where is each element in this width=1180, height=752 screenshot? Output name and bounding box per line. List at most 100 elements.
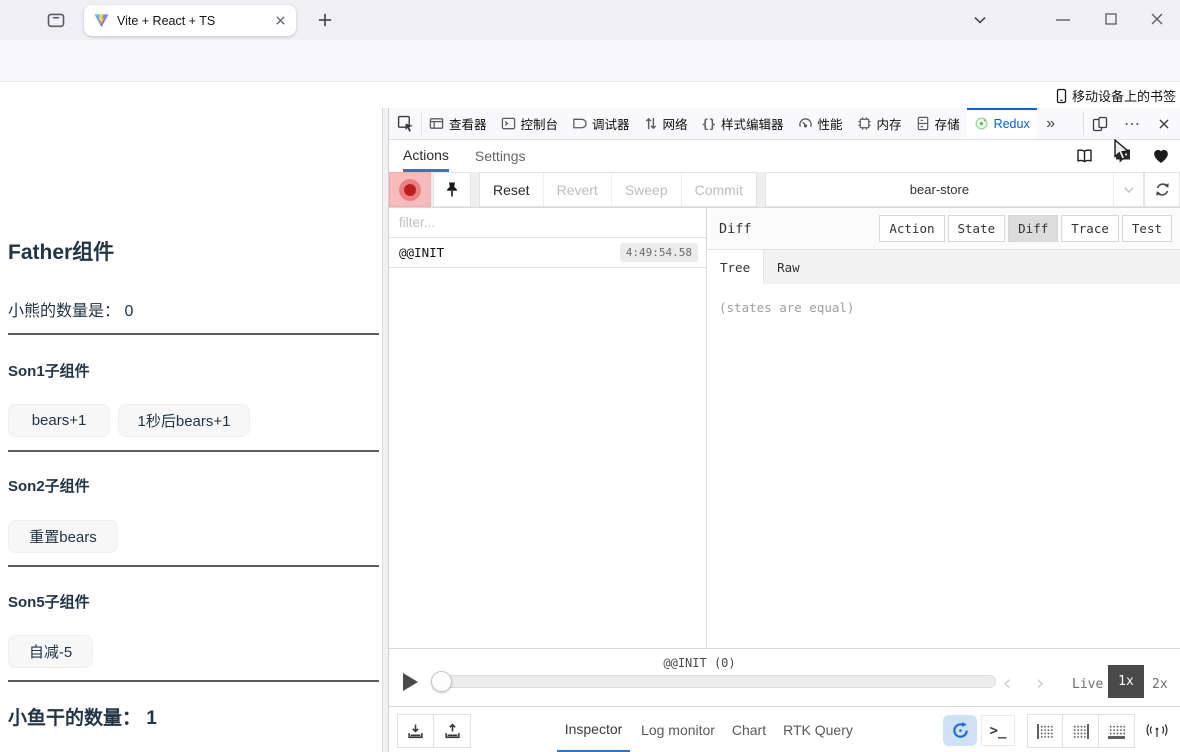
devtools-tab-debugger[interactable]: 调试器 — [565, 108, 637, 139]
divider — [8, 333, 379, 335]
filter-input[interactable] — [389, 215, 706, 230]
sponsor-heart-icon[interactable] — [1152, 148, 1170, 164]
layout-left-toggle[interactable] — [1027, 714, 1063, 748]
speed-2x-button[interactable]: 2x — [1152, 677, 1168, 692]
step-forward-button[interactable]: › — [1036, 671, 1044, 695]
feedback-chat-icon[interactable] — [1114, 148, 1132, 164]
sync-instances-button[interactable] — [1144, 172, 1180, 207]
footer-tab-chart[interactable]: Chart — [725, 707, 773, 752]
divider — [8, 680, 379, 682]
tab-action[interactable]: Action — [879, 215, 944, 242]
tab-label: Redux — [994, 117, 1030, 131]
bookmark-label: 移动设备上的书签 — [1072, 86, 1176, 105]
debugger-icon — [572, 116, 587, 131]
element-picker-icon[interactable] — [389, 108, 421, 139]
filter-row — [389, 208, 706, 238]
bookmark-mobile-folder[interactable]: 移动设备上的书签 — [1055, 86, 1176, 105]
son5-title: Son5子组件 — [8, 591, 90, 612]
layout-bottom-toggle[interactable] — [1099, 714, 1135, 748]
reset-bears-button[interactable]: 重置bears — [8, 520, 118, 553]
record-button[interactable] — [389, 172, 431, 207]
play-button[interactable] — [403, 673, 418, 691]
actions-list-panel: @@INIT 4:49:54.58 — [389, 208, 707, 648]
tab-close-icon[interactable] — [275, 15, 286, 26]
devtools-tab-storage[interactable]: 存储 — [909, 108, 967, 139]
footer-tab-rtk-query[interactable]: RTK Query — [781, 707, 855, 752]
divider — [8, 450, 379, 452]
performance-gauge-icon — [798, 116, 813, 131]
tab-diff[interactable]: Diff — [1008, 215, 1058, 242]
son2-title: Son2子组件 — [8, 475, 90, 496]
subtab-tree[interactable]: Tree — [707, 250, 764, 284]
subtab-raw[interactable]: Raw — [764, 250, 813, 284]
devtools-tabbar: 查看器 控制台 调试器 — [389, 108, 1180, 140]
devtools-close-icon[interactable] — [1148, 108, 1180, 139]
import-export-group — [397, 714, 471, 748]
import-button[interactable] — [397, 714, 434, 748]
tab-label: 性能 — [818, 114, 843, 133]
commit-button[interactable]: Commit — [682, 173, 756, 206]
tab-label: 样式编辑器 — [721, 114, 784, 133]
bears-plus-button[interactable]: bears+1 — [8, 404, 110, 437]
window-close-button[interactable] — [1148, 10, 1166, 28]
son1-title: Son1子组件 — [8, 360, 90, 381]
playback-slider-knob[interactable] — [431, 671, 452, 692]
tab-label: 内存 — [877, 114, 902, 133]
history-button-group: Reset Revert Sweep Commit — [479, 172, 757, 207]
list-tabs-chevron-icon[interactable] — [972, 13, 988, 27]
redux-devtools-icon — [974, 116, 989, 131]
devtools-tab-inspector[interactable]: 查看器 — [422, 108, 494, 139]
window-minimize-button[interactable] — [1053, 17, 1073, 23]
dispatcher-terminal-button[interactable]: >_ — [981, 715, 1015, 746]
devtools-tab-network[interactable]: 网络 — [637, 108, 695, 139]
devtools-tab-performance[interactable]: 性能 — [791, 108, 850, 139]
devtools-tab-console[interactable]: 控制台 — [494, 108, 566, 139]
window-maximize-button[interactable] — [1102, 10, 1120, 28]
speed-1x-button[interactable]: 1x — [1108, 665, 1144, 698]
decrement-5-button[interactable]: 自减-5 — [8, 635, 93, 668]
docs-book-icon[interactable] — [1075, 148, 1094, 164]
tab-trace[interactable]: Trace — [1061, 215, 1119, 242]
tab-settings[interactable]: Settings — [475, 140, 526, 172]
footer-tab-log-monitor[interactable]: Log monitor — [639, 707, 717, 752]
live-button[interactable]: Live — [1072, 677, 1103, 692]
autorefresh-loop-icon[interactable] — [943, 715, 977, 746]
revert-button[interactable]: Revert — [544, 173, 612, 206]
devtools-tab-memory[interactable]: 内存 — [850, 108, 909, 139]
chevron-down-icon[interactable] — [1113, 173, 1143, 206]
bears-count-value: 0 — [124, 303, 133, 320]
devtools-tab-style-editor[interactable]: {} 样式编辑器 — [695, 108, 791, 139]
devtools-tab-redux[interactable]: Redux — [967, 108, 1037, 139]
page-title: Father组件 — [8, 236, 114, 266]
tab-label: 查看器 — [449, 114, 487, 133]
firefox-view-icon[interactable] — [46, 10, 66, 30]
sweep-button[interactable]: Sweep — [612, 173, 682, 206]
action-row-init[interactable]: @@INIT 4:49:54.58 — [389, 238, 706, 268]
tab-vite-react-ts[interactable]: Vite + React + TS — [84, 5, 296, 36]
export-button[interactable] — [434, 714, 471, 748]
instance-select[interactable]: bear-store — [765, 172, 1144, 207]
action-timestamp[interactable]: 4:49:54.58 — [620, 243, 698, 262]
bears-plus-delayed-button[interactable]: 1秒后bears+1 — [118, 404, 250, 437]
new-tab-button[interactable] — [316, 11, 334, 29]
layout-right-toggle[interactable] — [1063, 714, 1099, 748]
console-icon — [501, 116, 516, 131]
tab-actions[interactable]: Actions — [403, 140, 449, 172]
devtools-meatball-menu[interactable]: ⋯ — [1116, 108, 1148, 139]
tab-test[interactable]: Test — [1122, 215, 1172, 242]
step-back-button[interactable]: ‹ — [1003, 671, 1011, 695]
storage-icon — [916, 116, 930, 131]
navigation-toolbar: localhost:5173 — [0, 40, 1180, 82]
diff-message: (states are equal) — [719, 300, 1180, 315]
pin-button[interactable] — [433, 172, 471, 207]
overflow-tabs-chevron[interactable]: » — [1037, 108, 1065, 139]
footer-tab-inspector[interactable]: Inspector — [557, 707, 630, 752]
bears-count-line: 小熊的数量是： 0 — [8, 297, 133, 321]
remote-broadcast-icon[interactable] — [1139, 714, 1175, 748]
record-icon — [399, 179, 421, 201]
devtools-splitter[interactable] — [382, 108, 389, 752]
responsive-design-icon[interactable] — [1084, 108, 1116, 139]
tab-state[interactable]: State — [948, 215, 1006, 242]
playback-slider[interactable] — [433, 675, 996, 688]
reset-button[interactable]: Reset — [480, 173, 544, 206]
